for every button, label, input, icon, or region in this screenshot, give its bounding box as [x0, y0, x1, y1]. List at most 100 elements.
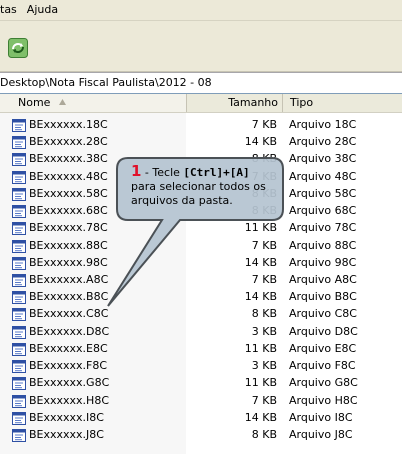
file-size: 7 KB [251, 238, 277, 252]
file-size: 8 KB [251, 427, 277, 441]
file-type: Arquivo 98C [289, 255, 357, 269]
file-size: 11 KB [244, 341, 277, 355]
file-icon [12, 394, 26, 408]
file-size: 14 KB [244, 290, 277, 304]
file-row[interactable]: BExxxxxx.68C 8 KB Arquivo 68C [0, 203, 402, 220]
sync-button[interactable] [5, 36, 31, 60]
column-header-type[interactable]: Tipo [283, 94, 402, 112]
file-type: Arquivo B8C [289, 290, 357, 304]
file-row[interactable]: BExxxxxx.88C 7 KB Arquivo 88C [0, 238, 402, 255]
column-header-name[interactable]: Nome [0, 94, 187, 112]
file-icon [12, 325, 26, 339]
menu-item-ferramentas[interactable]: tas [0, 0, 22, 20]
file-icon [12, 428, 26, 442]
file-size: 8 KB [251, 204, 277, 218]
file-icon [12, 119, 26, 132]
file-type: Arquivo 88C [289, 238, 357, 252]
file-icon [12, 377, 26, 391]
file-icon [12, 239, 26, 253]
file-size: 8 KB [251, 307, 277, 321]
file-icon [12, 273, 26, 287]
file-name: BExxxxxx.A8C [29, 272, 109, 286]
file-name: BExxxxxx.D8C [29, 324, 110, 338]
file-name: BExxxxxx.78C [29, 221, 108, 235]
file-size: 7 KB [251, 118, 277, 131]
column-size-label: Tamanho [228, 96, 278, 109]
file-row[interactable]: BExxxxxx.F8C 3 KB Arquivo F8C [0, 358, 402, 375]
file-size: 8 KB [251, 152, 277, 166]
file-icon [12, 411, 26, 425]
file-type: Arquivo E8C [289, 341, 357, 355]
file-name: BExxxxxx.88C [29, 238, 108, 252]
sort-ascending-icon [59, 99, 66, 105]
file-size: 7 KB [251, 272, 277, 286]
file-row[interactable]: BExxxxxx.B8C 14 KB Arquivo B8C [0, 289, 402, 306]
file-row[interactable]: BExxxxxx.78C 11 KB Arquivo 78C [0, 220, 402, 237]
file-name: BExxxxxx.J8C [29, 427, 104, 441]
column-name-label: Nome [18, 96, 51, 109]
file-icon [12, 187, 26, 201]
file-row[interactable]: BExxxxxx.48C 7 KB Arquivo 48C [0, 169, 402, 186]
file-name: BExxxxxx.F8C [29, 359, 108, 373]
file-row[interactable]: BExxxxxx.D8C 3 KB Arquivo D8C [0, 324, 402, 341]
file-name: BExxxxxx.38C [29, 152, 108, 166]
file-type: Arquivo A8C [289, 272, 357, 286]
file-icon [12, 170, 26, 184]
file-row[interactable]: BExxxxxx.J8C 8 KB Arquivo J8C [0, 427, 402, 444]
file-row[interactable]: BExxxxxx.38C 8 KB Arquivo 38C [0, 151, 402, 168]
file-type: Arquivo G8C [289, 376, 358, 390]
file-name: BExxxxxx.H8C [29, 393, 110, 407]
file-size: 7 KB [251, 393, 277, 407]
file-row[interactable]: BExxxxxx.G8C 11 KB Arquivo G8C [0, 375, 402, 392]
file-type: Arquivo C8C [289, 307, 357, 321]
file-type: Arquivo F8C [289, 359, 356, 373]
file-name: BExxxxxx.C8C [29, 307, 109, 321]
file-icon [12, 291, 26, 305]
file-row[interactable]: BExxxxxx.58C 8 KB Arquivo 58C [0, 186, 402, 203]
file-row[interactable]: BExxxxxx.H8C 7 KB Arquivo H8C [0, 393, 402, 410]
file-size: 14 KB [244, 255, 277, 269]
address-bar[interactable]: Desktop\Nota Fiscal Paulista\2012 - 08 [0, 72, 402, 94]
file-name: BExxxxxx.18C [29, 118, 108, 131]
file-icon [12, 360, 26, 374]
file-row[interactable]: BExxxxxx.I8C 14 KB Arquivo I8C [0, 410, 402, 427]
file-icon [12, 136, 26, 150]
address-path: Desktop\Nota Fiscal Paulista\2012 - 08 [0, 76, 212, 89]
menu-item-ajuda[interactable]: Ajuda [22, 0, 63, 20]
file-row[interactable]: BExxxxxx.18C 7 KB Arquivo 18C [0, 117, 402, 134]
file-row[interactable]: BExxxxxx.E8C 11 KB Arquivo E8C [0, 341, 402, 358]
file-icon [12, 205, 26, 219]
file-size: 11 KB [244, 376, 277, 390]
column-type-label: Tipo [290, 96, 314, 109]
file-icon [12, 308, 26, 322]
file-row[interactable]: BExxxxxx.C8C 8 KB Arquivo C8C [0, 306, 402, 323]
file-size: 3 KB [251, 359, 277, 373]
file-size: 14 KB [244, 135, 277, 149]
file-name: BExxxxxx.G8C [29, 376, 110, 390]
file-size: 3 KB [251, 324, 277, 338]
toolbar [0, 21, 402, 72]
file-icon [12, 256, 26, 270]
file-row[interactable]: BExxxxxx.A8C 7 KB Arquivo A8C [0, 272, 402, 289]
menu-bar: tas Ajuda [0, 0, 402, 21]
file-size: 8 KB [251, 186, 277, 200]
file-name: BExxxxxx.48C [29, 169, 108, 183]
file-type: Arquivo D8C [289, 324, 358, 338]
file-name: BExxxxxx.28C [29, 135, 108, 149]
file-name: BExxxxxx.I8C [29, 410, 104, 424]
file-icon [12, 342, 26, 356]
column-header: Nome Tamanho Tipo [0, 94, 402, 113]
file-list: Nome Tamanho Tipo BExxxxxx.18C 7 KB Arquiv… [0, 94, 402, 454]
file-type: Arquivo 78C [289, 221, 357, 235]
file-name: BExxxxxx.B8C [29, 290, 109, 304]
column-header-size[interactable]: Tamanho [187, 94, 283, 112]
file-size: 7 KB [251, 169, 277, 183]
file-row[interactable]: BExxxxxx.28C 14 KB Arquivo 28C [0, 134, 402, 151]
file-type: Arquivo 58C [289, 186, 357, 200]
file-type: Arquivo 18C [289, 118, 357, 131]
file-type: Arquivo 68C [289, 204, 357, 218]
file-type: Arquivo J8C [289, 427, 353, 441]
file-type: Arquivo 38C [289, 152, 357, 166]
file-row[interactable]: BExxxxxx.98C 14 KB Arquivo 98C [0, 255, 402, 272]
file-name: BExxxxxx.98C [29, 255, 108, 269]
